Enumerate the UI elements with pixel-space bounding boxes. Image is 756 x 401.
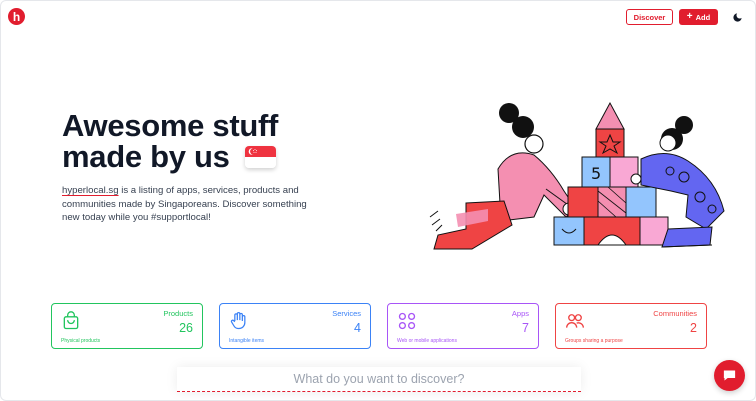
card-title: Products <box>163 309 193 318</box>
category-card-apps[interactable]: Apps 7 Web or mobile applications <box>387 303 539 349</box>
hyperlocal-link[interactable]: hyperlocal.sg <box>62 185 119 196</box>
search-box[interactable] <box>177 367 581 392</box>
page-frame: h Discover + Add Awesome stuff made by u… <box>0 0 756 401</box>
hero-title-line2: made by us <box>62 139 230 174</box>
card-subtitle: Web or mobile applications <box>397 338 457 344</box>
chat-icon <box>723 370 736 381</box>
discover-button[interactable]: Discover <box>626 9 673 25</box>
discover-label: Discover <box>633 12 666 22</box>
category-card-products[interactable]: Products 26 Physical products <box>51 303 203 349</box>
card-subtitle: Intangible items <box>229 338 265 344</box>
hyperlocal-logo[interactable]: h <box>8 8 25 25</box>
category-card-communities[interactable]: Communities 2 Groups sharing a purpose <box>555 303 707 349</box>
card-subtitle: Physical products <box>61 338 101 344</box>
kids-building-blocks-illustration: 5 <box>429 101 725 250</box>
shopping-bag-icon <box>63 311 79 330</box>
hero-title-line1: Awesome stuff <box>62 108 279 143</box>
card-title: Apps <box>511 309 529 318</box>
logo-letter: h <box>12 9 21 24</box>
plus-icon: + <box>686 11 693 22</box>
hero-description: hyperlocal.sg is a listing of apps, serv… <box>62 184 327 225</box>
moon-icon <box>732 12 742 22</box>
card-count: 2 <box>690 321 697 335</box>
card-count: 26 <box>179 321 193 335</box>
card-title: Communities <box>653 309 697 318</box>
card-count: 7 <box>522 321 529 335</box>
category-card-services[interactable]: Services 4 Intangible items <box>219 303 371 349</box>
card-count: 4 <box>354 321 361 335</box>
singapore-flag-icon <box>245 146 276 168</box>
add-button[interactable]: + Add <box>679 9 718 25</box>
apps-grid-icon <box>398 312 416 330</box>
search-input[interactable] <box>177 372 581 386</box>
waving-hand-icon <box>230 312 246 330</box>
card-title: Services <box>332 309 361 318</box>
block-number: 5 <box>591 164 601 183</box>
users-icon <box>566 314 584 328</box>
card-subtitle: Groups sharing a purpose <box>565 338 623 344</box>
hero-title: Awesome stuff made by us <box>62 110 322 172</box>
theme-toggle[interactable] <box>730 10 744 24</box>
add-label: Add <box>695 12 711 22</box>
chat-button[interactable] <box>714 360 745 391</box>
